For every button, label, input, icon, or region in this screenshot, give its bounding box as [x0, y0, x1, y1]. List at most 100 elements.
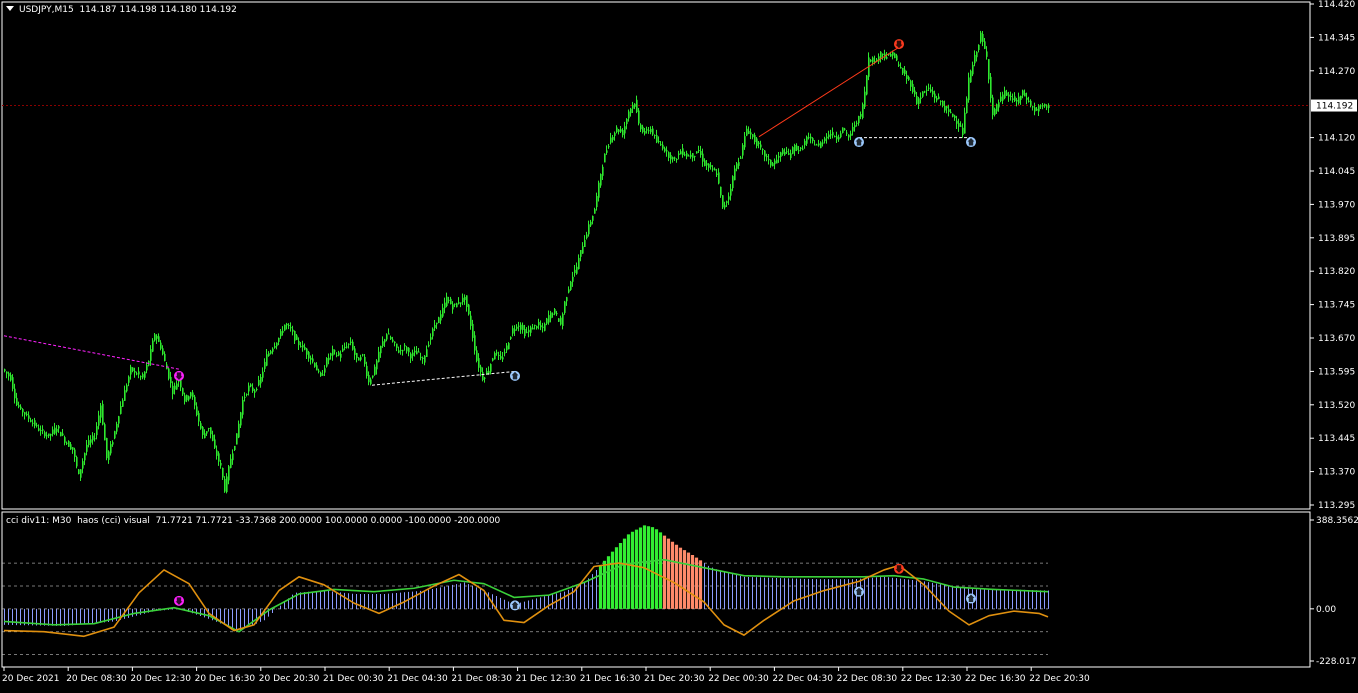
candle-body — [442, 307, 444, 317]
candle-body — [368, 375, 370, 383]
candle-body — [930, 89, 932, 92]
candle-body — [918, 98, 920, 105]
candle-body — [514, 329, 516, 332]
candle-body — [534, 324, 536, 327]
candle-body — [894, 53, 896, 59]
candle-body — [530, 327, 532, 333]
candle-body — [478, 358, 480, 368]
indicator-axis[interactable]: 388.3562 0.00 -228.017 — [1310, 516, 1358, 667]
buy-signal-arrow-icon — [854, 586, 864, 597]
candle-body — [284, 324, 286, 331]
candle-body — [504, 352, 506, 354]
candle-body — [50, 434, 52, 436]
candle-body — [932, 90, 934, 95]
candle-body — [380, 345, 382, 354]
candle-body — [858, 116, 860, 124]
candle-body — [564, 301, 566, 313]
candle-body — [620, 129, 622, 132]
candle-body — [966, 98, 968, 114]
candle-body — [1042, 105, 1044, 107]
candle-body — [844, 128, 846, 130]
candle-body — [982, 34, 984, 42]
candle-body — [1008, 94, 1010, 97]
time-tick-label: 20 Dec 16:30 — [195, 674, 256, 684]
time-tick-label: 21 Dec 20:30 — [644, 674, 705, 684]
candle-body — [242, 400, 244, 415]
candle-body — [1010, 95, 1012, 97]
candle-body — [128, 376, 130, 383]
candle-body — [198, 413, 200, 422]
chart-canvas[interactable]: 114.420 114.345 114.270 114.120 114.045 113.9… — [0, 0, 1358, 689]
candle-body — [186, 395, 188, 401]
candle-body — [48, 433, 50, 437]
candle-body — [854, 125, 856, 128]
candle-body — [416, 351, 418, 355]
candle-body — [216, 450, 218, 456]
time-axis[interactable]: 20 Dec 2021 20 Dec 08:30 20 Dec 12:30 20 De… — [2, 667, 1090, 684]
candle-body — [802, 148, 804, 150]
candle-body — [388, 333, 390, 335]
candle-body — [696, 151, 698, 154]
candle-body — [644, 131, 646, 134]
candle-body — [796, 145, 798, 151]
candle-body — [712, 168, 714, 170]
candle-body — [182, 388, 184, 395]
candle-body — [78, 469, 80, 475]
candle-body — [274, 346, 276, 348]
candle-body — [648, 130, 650, 132]
candle-body — [396, 343, 398, 348]
candle-body — [584, 240, 586, 247]
candle-body — [82, 461, 84, 469]
candle-body — [722, 195, 724, 208]
candle-body — [268, 353, 270, 356]
candle-body — [1016, 99, 1018, 102]
candle-body — [610, 137, 612, 143]
candle-body — [86, 444, 88, 452]
candle-body — [660, 144, 662, 146]
candle-body — [60, 432, 62, 437]
candle-body — [298, 340, 300, 346]
price-panel[interactable] — [1, 1, 1311, 510]
candle-body — [830, 134, 832, 136]
candle-body — [826, 136, 828, 139]
candle-body — [30, 420, 32, 422]
candle-body — [574, 269, 576, 274]
candle-body — [692, 153, 694, 158]
candle-body — [74, 449, 76, 457]
candle-body — [968, 77, 970, 101]
candle-body — [546, 318, 548, 324]
time-tick-label: 20 Dec 20:30 — [259, 674, 320, 684]
candle-body — [356, 353, 358, 358]
candle-body — [710, 165, 712, 167]
candle-body — [634, 103, 636, 107]
candle-body — [820, 142, 822, 149]
candle-body — [776, 159, 778, 164]
candle-body — [384, 339, 386, 343]
candle-body — [260, 376, 262, 384]
candle-body — [430, 337, 432, 340]
candle-body — [914, 90, 916, 95]
candle-body — [76, 457, 78, 467]
candle-body — [664, 148, 666, 152]
candle-body — [724, 205, 726, 208]
collapse-triangle-icon[interactable] — [6, 6, 14, 11]
candle-body — [510, 337, 512, 339]
candle-body — [876, 59, 878, 61]
indicator-panel[interactable] — [1, 511, 1311, 668]
candle-body — [382, 341, 384, 346]
candle-body — [1044, 103, 1046, 107]
candle-body — [974, 54, 976, 64]
candle-body — [406, 347, 408, 352]
candle-body — [104, 424, 106, 441]
candle-body — [616, 127, 618, 133]
price-tick-label: 114.045 — [1318, 167, 1355, 177]
price-axis[interactable]: 114.420 114.345 114.270 114.120 114.045 113.9… — [1310, 0, 1357, 511]
candle-body — [222, 467, 224, 478]
candle-body — [532, 327, 534, 330]
candle-body — [246, 394, 248, 396]
candle-body — [116, 423, 118, 432]
candle-body — [816, 144, 818, 146]
candle-body — [566, 297, 568, 302]
candle-body — [378, 351, 380, 362]
candle-body — [254, 390, 256, 393]
